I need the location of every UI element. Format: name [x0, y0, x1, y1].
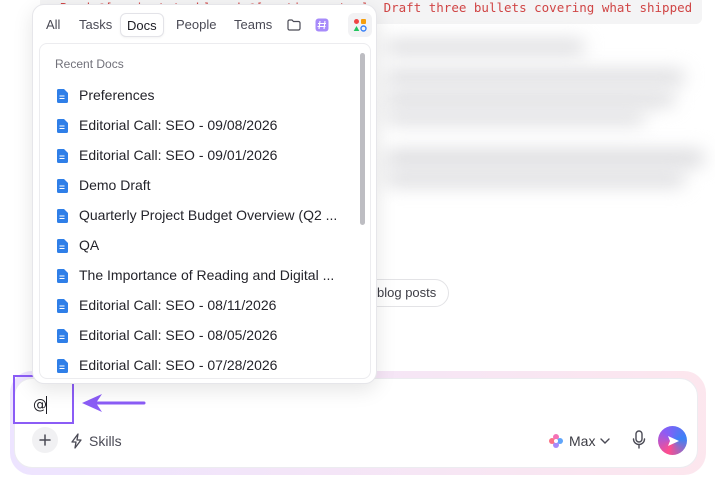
doc-item[interactable]: Editorial Call: SEO - 09/01/2026: [40, 141, 360, 171]
document-icon: [57, 239, 68, 253]
blurred-text: [385, 150, 705, 166]
tag-tab[interactable]: [311, 14, 333, 36]
doc-label: Editorial Call: SEO - 09/08/2026: [79, 117, 278, 133]
doc-item[interactable]: Demo Draft: [40, 171, 360, 201]
blurred-text: [385, 112, 645, 124]
doc-label: Quarterly Project Budget Overview (Q2 ..…: [79, 207, 338, 223]
doc-label: Editorial Call: SEO - 07/28/2026: [79, 357, 278, 373]
mention-tabs: All Tasks Docs People Teams: [33, 5, 376, 43]
folder-tab[interactable]: [283, 14, 305, 36]
chip-label: blog posts: [377, 285, 437, 300]
tab-docs[interactable]: Docs: [120, 13, 164, 37]
doc-item[interactable]: Editorial Call: SEO - 08/11/2026: [40, 291, 360, 321]
document-icon: [57, 209, 68, 223]
doc-label: Editorial Call: SEO - 09/01/2026: [79, 147, 278, 163]
blurred-text: [385, 172, 685, 186]
doc-item[interactable]: Preferences: [40, 81, 360, 111]
lightning-icon: [71, 433, 82, 449]
microphone-button[interactable]: [632, 430, 646, 455]
document-icon: [57, 179, 68, 193]
chevron-down-icon: [600, 438, 611, 444]
send-button[interactable]: [658, 426, 687, 455]
folder-icon: [287, 19, 301, 31]
document-icon: [57, 89, 68, 103]
annotation-arrow: [82, 394, 146, 412]
microphone-icon: [632, 430, 646, 449]
doc-item[interactable]: Editorial Call: SEO - 09/08/2026: [40, 111, 360, 141]
document-icon: [57, 359, 68, 373]
docs-list: Recent Docs Preferences Editorial Call: …: [39, 43, 371, 379]
tab-tasks[interactable]: Tasks: [73, 13, 118, 37]
skills-label: Skills: [89, 433, 122, 449]
document-icon: [57, 119, 68, 133]
doc-label: QA: [79, 237, 100, 253]
flower-icon: [549, 434, 563, 448]
mention-popup: All Tasks Docs People Teams Recent Docs …: [32, 4, 377, 384]
blurred-text: [385, 70, 685, 84]
document-icon: [57, 299, 68, 313]
apps-icon: [353, 19, 367, 32]
document-icon: [57, 269, 68, 283]
doc-item[interactable]: The Importance of Reading and Digital ..…: [40, 261, 360, 291]
doc-item[interactable]: Editorial Call: SEO - 07/28/2026: [40, 351, 360, 378]
plus-icon: [39, 434, 51, 446]
doc-label: Editorial Call: SEO - 08/11/2026: [79, 297, 277, 313]
document-icon: [57, 149, 68, 163]
tag-icon: [315, 18, 329, 32]
apps-tab[interactable]: [348, 13, 372, 37]
doc-label: Preferences: [79, 87, 155, 103]
doc-item[interactable]: Editorial Call: SEO - 08/05/2026: [40, 321, 360, 351]
section-header: Recent Docs: [55, 57, 124, 71]
document-icon: [57, 329, 68, 343]
doc-label: Editorial Call: SEO - 08/05/2026: [79, 327, 278, 343]
blurred-text: [385, 92, 675, 106]
skills-button[interactable]: Skills: [70, 431, 122, 451]
model-label: Max: [569, 433, 596, 449]
model-selector[interactable]: Max: [548, 431, 611, 451]
blurred-text: [385, 40, 585, 54]
send-icon: [667, 435, 679, 446]
doc-item[interactable]: QA: [40, 231, 360, 261]
tab-teams[interactable]: Teams: [228, 13, 278, 37]
doc-label: Demo Draft: [79, 177, 151, 193]
scrollbar-thumb[interactable]: [360, 53, 365, 225]
add-attachment-button[interactable]: [32, 427, 58, 453]
tab-people[interactable]: People: [170, 13, 222, 37]
doc-item[interactable]: Quarterly Project Budget Overview (Q2 ..…: [40, 201, 360, 231]
tab-all[interactable]: All: [40, 13, 66, 37]
doc-label: The Importance of Reading and Digital ..…: [79, 267, 335, 283]
